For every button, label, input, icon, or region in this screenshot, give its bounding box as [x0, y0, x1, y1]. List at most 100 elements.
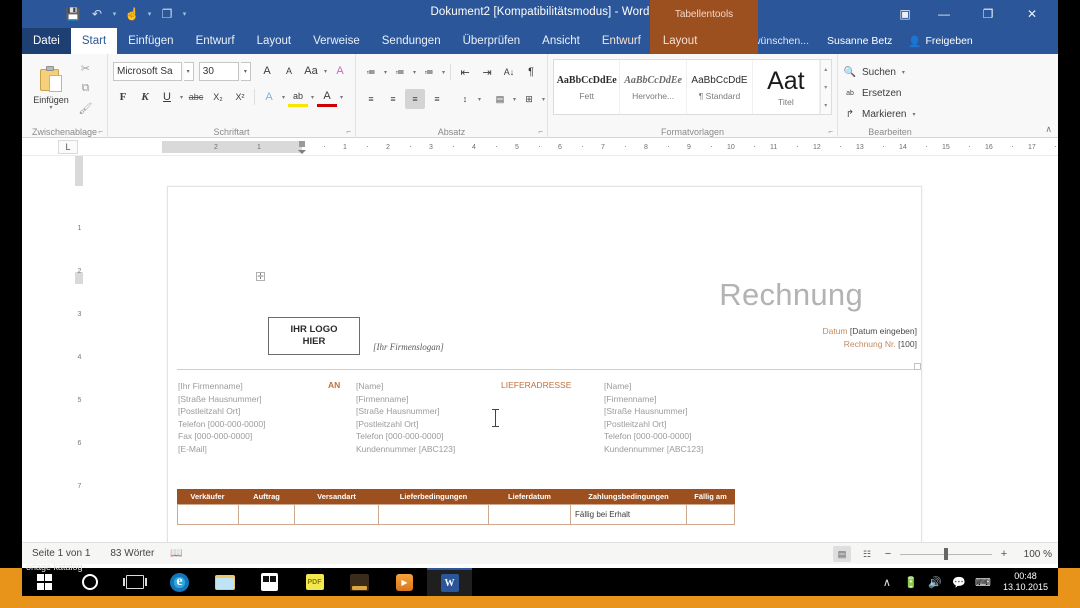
gallery-scroll-up-icon[interactable]: ▴ [821, 60, 831, 78]
tab-verweise[interactable]: Verweise [302, 28, 371, 54]
styles-dialog-launcher[interactable]: ⌐ [828, 127, 833, 136]
tab-entwurf[interactable]: Entwurf [185, 28, 246, 54]
multilevel-chevron-down-icon[interactable]: ▾ [441, 69, 446, 76]
strikethrough-icon[interactable]: abc [186, 87, 206, 107]
styles-gallery-scrollbar[interactable]: ▴ ▾ ▾ [819, 60, 831, 114]
paragraph-dialog-launcher[interactable]: ⌐ [538, 127, 543, 136]
invoice-number-row[interactable]: Rechnung Nr. [100] [822, 338, 917, 351]
recipient-address-block[interactable]: [Name] [Firmenname] [Straße Hausnummer] [Po… [356, 380, 455, 455]
read-mode-view-button[interactable]: ▤ [833, 546, 851, 562]
pdf-app-button[interactable]: PDF [292, 568, 337, 596]
line-spacing-icon[interactable]: ↕ [455, 89, 475, 109]
battery-icon[interactable]: 🔋 [901, 568, 921, 596]
font-name-input[interactable]: Microsoft Sa [113, 61, 182, 81]
tab-tabletools-layout[interactable]: Layout [652, 28, 709, 54]
sender-address-block[interactable]: [Ihr Firmenname] [Straße Hausnummer] [Post… [178, 380, 265, 455]
highlight-icon[interactable]: ab [288, 87, 309, 107]
tab-einfuegen[interactable]: Einfügen [117, 28, 184, 54]
superscript-icon[interactable]: X² [230, 87, 250, 107]
table-cell[interactable] [379, 504, 489, 525]
font-size-chevron-down-icon[interactable]: ▾ [240, 61, 251, 81]
increase-indent-icon[interactable]: ⇥ [477, 62, 497, 82]
clipboard-dialog-launcher[interactable]: ⌐ [98, 127, 103, 136]
table-cell[interactable] [295, 504, 379, 525]
font-color-icon[interactable]: A [317, 87, 338, 107]
cut-icon[interactable]: ✂ [77, 60, 94, 77]
font-size-input[interactable]: 30 [198, 61, 239, 81]
zoom-in-button[interactable]: + [999, 548, 1009, 560]
tab-datei[interactable]: Datei [22, 28, 71, 54]
tab-sendungen[interactable]: Sendungen [371, 28, 452, 54]
italic-icon[interactable]: K [135, 87, 155, 107]
zoom-slider[interactable] [900, 547, 992, 561]
borders-icon[interactable]: ⊞ [519, 89, 539, 109]
show-hidden-icons[interactable]: ∧ [877, 568, 897, 596]
zoom-level[interactable]: 100 % [1016, 549, 1052, 560]
numbering-icon[interactable]: ≔ [390, 62, 410, 82]
tab-ueberpruefen[interactable]: Überprüfen [452, 28, 532, 54]
numbering-chevron-down-icon[interactable]: ▾ [412, 69, 417, 76]
word-count[interactable]: 83 Wörter [100, 548, 164, 559]
highlight-chevron-down-icon[interactable]: ▾ [310, 94, 315, 101]
font-dialog-launcher[interactable]: ⌐ [346, 127, 351, 136]
shading-chevron-down-icon[interactable]: ▾ [512, 96, 517, 103]
subscript-icon[interactable]: X₂ [208, 87, 228, 107]
align-left-icon[interactable]: ≡ [361, 89, 381, 109]
select-chevron-down-icon[interactable]: ▾ [911, 111, 916, 118]
bullets-icon[interactable]: ≔ [361, 62, 381, 82]
ribbon-display-options-icon[interactable]: ▣ [888, 0, 922, 28]
style-item-standard[interactable]: AaBbCcDdE ¶ Standard [687, 60, 754, 114]
underline-icon[interactable]: U [157, 87, 177, 107]
invoice-date-row[interactable]: Datum [Datum eingeben] [822, 325, 917, 338]
underline-chevron-down-icon[interactable]: ▾ [179, 94, 184, 101]
zoom-slider-thumb[interactable] [944, 548, 948, 560]
copy-icon[interactable]: ⧉ [77, 80, 94, 97]
change-case-icon[interactable]: Aa [301, 61, 321, 81]
shrink-font-icon[interactable]: A [279, 61, 299, 81]
volume-icon[interactable]: 🔊 [925, 568, 945, 596]
align-right-icon[interactable]: ≡ [405, 89, 425, 109]
format-painter-icon[interactable]: 🖌 [77, 100, 94, 117]
replace-button[interactable]: ab Ersetzen [843, 84, 937, 102]
invoice-terms-table[interactable]: Verkäufer Auftrag Versandart Lieferbedingun… [177, 489, 735, 525]
show-formatting-marks-icon[interactable]: ¶ [521, 62, 541, 82]
tab-stop-selector[interactable]: L [58, 140, 78, 154]
zoom-out-button[interactable]: − [883, 548, 893, 560]
tab-tabletools-entwurf[interactable]: Entwurf [591, 28, 652, 54]
company-slogan[interactable]: [Ihr Firmenslogan] [373, 342, 444, 352]
edge-browser-button[interactable]: e [157, 568, 202, 596]
collapse-ribbon-icon[interactable]: ∧ [1045, 124, 1052, 135]
find-button[interactable]: 🔍 Suchen ▾ [843, 63, 937, 81]
cortana-search-button[interactable] [67, 568, 112, 596]
align-center-icon[interactable]: ≡ [383, 89, 403, 109]
paste-chevron-down-icon[interactable]: ▾ [49, 105, 52, 111]
table-cell[interactable] [239, 504, 295, 525]
tab-ansicht[interactable]: Ansicht [531, 28, 591, 54]
start-button[interactable] [22, 568, 67, 596]
tab-start[interactable]: Start [70, 28, 118, 54]
text-effects-chevron-down-icon[interactable]: ▾ [281, 94, 286, 101]
table-cell[interactable] [489, 504, 571, 525]
style-item-fett[interactable]: AaBbCcDdEe Fett [554, 60, 621, 114]
grow-font-icon[interactable]: A [257, 61, 277, 81]
vertical-ruler[interactable]: 1 2 3 4 5 6 7 [72, 156, 86, 542]
style-item-titel[interactable]: Aat Titel [753, 60, 820, 114]
word-taskbar-button[interactable]: W [427, 568, 472, 596]
gallery-more-icon[interactable]: ▾ [821, 96, 831, 114]
share-button[interactable]: 👤 Freigeben [900, 28, 980, 54]
keyboard-icon[interactable]: ⌨ [973, 568, 993, 596]
decrease-indent-icon[interactable]: ⇤ [455, 62, 475, 82]
style-item-hervorheben[interactable]: AaBbCcDdEe Hervorhe... [620, 60, 687, 114]
horizontal-ruler[interactable]: 21123456789101112131415161718 [162, 141, 1056, 154]
tab-layout[interactable]: Layout [246, 28, 303, 54]
document-page[interactable]: ✛ Rechnung IHR LOGO HIER [Ihr Firmenslog… [167, 186, 922, 562]
media-player-button[interactable]: ▶ [382, 568, 427, 596]
find-chevron-down-icon[interactable]: ▾ [901, 69, 906, 76]
close-button[interactable]: ✕ [1010, 0, 1054, 28]
table-resize-handle[interactable] [914, 363, 921, 370]
justify-icon[interactable]: ≡ [427, 89, 447, 109]
shading-icon[interactable]: ▤ [490, 89, 510, 109]
table-cell[interactable] [687, 504, 735, 525]
indent-marker[interactable] [298, 141, 306, 154]
table-move-handle[interactable]: ✛ [256, 272, 265, 281]
